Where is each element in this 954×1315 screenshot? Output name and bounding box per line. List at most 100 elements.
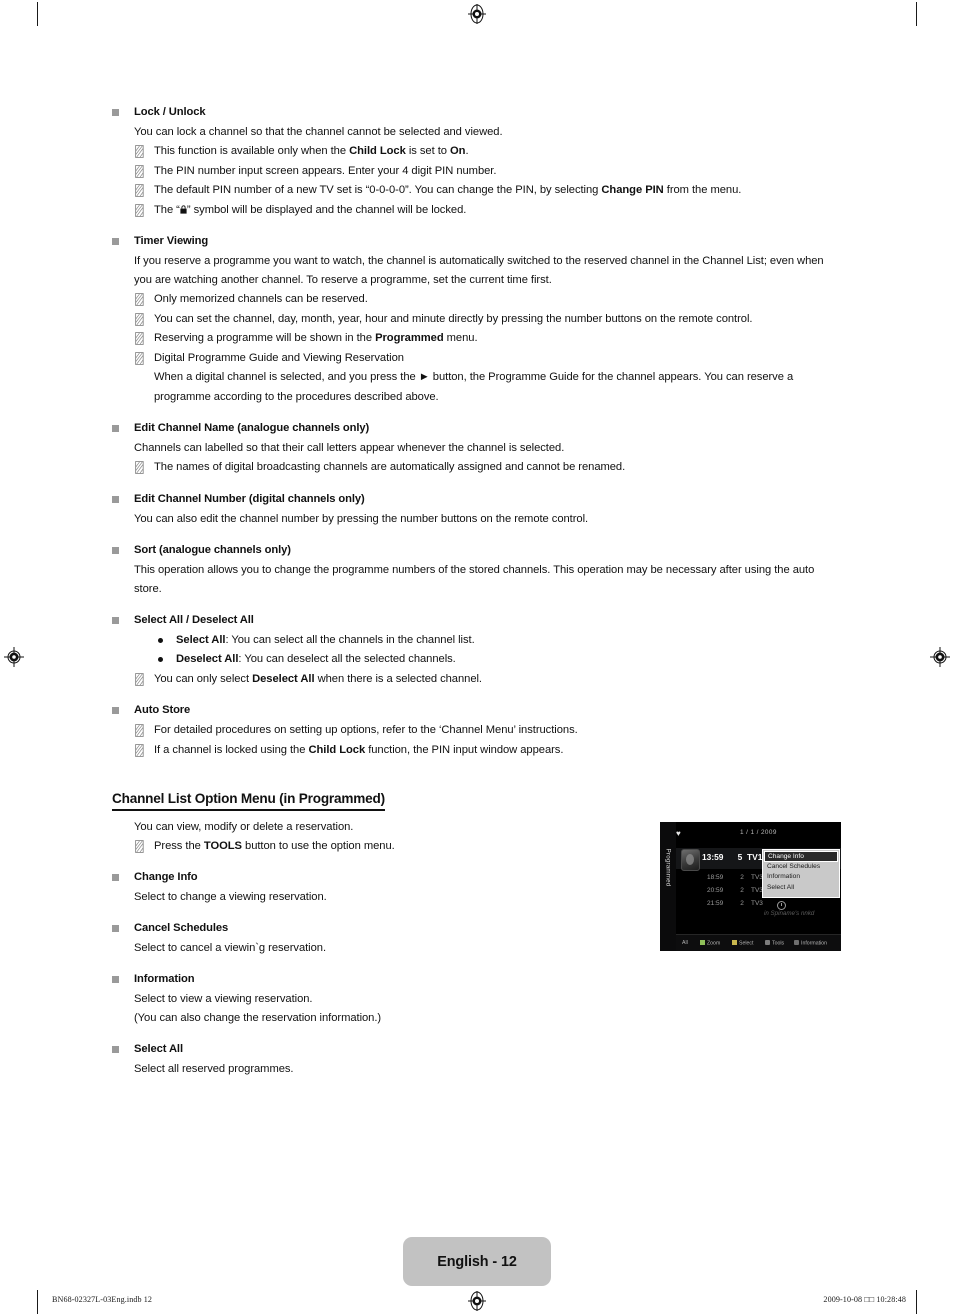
note-text: The default PIN number of a new TV set i… xyxy=(154,184,742,196)
info-key-icon xyxy=(794,940,799,945)
note-row: If a channel is locked using the Child L… xyxy=(134,741,842,761)
section-heading: Sort (analogue channels only) xyxy=(134,543,291,556)
tv-programme-title-text: in Spiname's nnkd xyxy=(764,910,815,917)
section-heading-row: Edit Channel Number (digital channels on… xyxy=(112,491,842,507)
tv-bottom-help-bar: All Zoom Select Tools Information xyxy=(676,934,841,951)
section-heading: Cancel Schedules xyxy=(134,921,229,934)
tv-side-panel: Programmed xyxy=(660,822,676,951)
note-page-icon xyxy=(135,724,144,737)
tv-row-time: 20:59 xyxy=(707,887,724,894)
square-bullet-icon xyxy=(112,975,119,983)
clock-icon xyxy=(777,901,786,910)
note-text: The names of digital broadcasting channe… xyxy=(154,461,626,473)
square-bullet-icon xyxy=(112,924,119,932)
section-body-second-line: (You can also change the reservation inf… xyxy=(134,1011,382,1024)
yellow-key-icon xyxy=(732,940,737,945)
tv-row-time: 13:59 xyxy=(702,852,724,862)
tv-help-select[interactable]: Select xyxy=(732,940,753,947)
tv-menu-item-select-all[interactable]: Select All xyxy=(763,883,839,893)
note-text: If a channel is locked using the Child L… xyxy=(154,743,564,756)
section-auto-store: Auto Store For detailed procedures on se… xyxy=(112,702,842,760)
square-bullet-icon xyxy=(112,425,119,432)
tv-help-tools[interactable]: Tools xyxy=(765,940,784,947)
page-number-label: English - 12 xyxy=(437,1253,517,1270)
section-timer-viewing: Timer Viewing If you reserve a programme… xyxy=(112,233,842,407)
note-subtext: When a digital channel is selected, and … xyxy=(154,371,794,403)
section-heading: Change Info xyxy=(134,870,198,883)
note-row: The “” symbol will be displayed and the … xyxy=(134,201,842,221)
note-page-icon xyxy=(135,672,144,686)
registration-mark-icon xyxy=(468,1291,486,1311)
registration-mark-icon xyxy=(930,647,950,667)
tv-menu-item-change-info[interactable]: Change Info xyxy=(764,851,838,863)
note-page-icon xyxy=(135,312,144,326)
bullet-text: Select All: You can select all the chann… xyxy=(176,633,475,646)
registration-mark-icon xyxy=(468,4,486,24)
section-heading-row: Select All xyxy=(112,1041,842,1057)
section-heading: Select All / Deselect All xyxy=(134,613,254,626)
note-row: Digital Programme Guide and Viewing Rese… xyxy=(134,349,842,369)
note-page-icon xyxy=(135,184,144,197)
note-page-icon xyxy=(135,332,144,345)
tv-date-label: 1 / 1 / 2009 xyxy=(740,829,777,836)
section-edit-channel-name: Edit Channel Name (analogue channels onl… xyxy=(112,420,842,478)
tv-help-information[interactable]: Information xyxy=(794,940,827,947)
note-page-icon xyxy=(135,203,144,217)
square-bullet-icon xyxy=(112,495,119,503)
note-text: Only memorized channels can be reserved. xyxy=(154,293,368,305)
tools-key-icon xyxy=(765,940,770,945)
section-heading-row: Information xyxy=(112,971,842,987)
section-body: Channels can labelled so that their call… xyxy=(134,442,565,454)
section-heading: Edit Channel Number (digital channels on… xyxy=(134,492,365,505)
tv-menu-item-cancel-schedules[interactable]: Cancel Schedules xyxy=(763,862,839,872)
section-heading-row: Timer Viewing xyxy=(112,233,842,249)
tv-row-number: 5 xyxy=(737,852,743,862)
section-lock-unlock: Lock / Unlock You can lock a channel so … xyxy=(112,104,842,220)
note-page-icon xyxy=(135,840,144,853)
section-heading-row: Edit Channel Name (analogue channels onl… xyxy=(112,420,842,436)
section-heading-row: Sort (analogue channels only) xyxy=(112,542,842,558)
tv-side-label: Programmed xyxy=(664,848,672,887)
note-text: Digital Programme Guide and Viewing Rese… xyxy=(154,351,404,364)
tv-row-channel: TV3 xyxy=(751,900,763,907)
note-row: The default PIN number of a new TV set i… xyxy=(134,181,842,201)
note-text: Press the TOOLS button to use the option… xyxy=(154,840,395,852)
note-row: The names of digital broadcasting channe… xyxy=(134,458,842,478)
note-row: You can only select Deselect All when th… xyxy=(134,670,842,690)
tv-help-zoom[interactable]: Zoom xyxy=(700,940,720,947)
square-bullet-icon xyxy=(112,873,119,881)
tv-menu-item-information[interactable]: Information xyxy=(763,872,839,882)
section-heading: Timer Viewing xyxy=(134,235,209,247)
tv-options-menu: Change Info Cancel Schedules Information… xyxy=(762,849,840,898)
bullet-text: Deselect All: You can deselect all the s… xyxy=(176,653,456,665)
section-body: Select all reserved programmes. xyxy=(134,1062,294,1075)
note-page-icon xyxy=(135,461,144,474)
tv-row-number: 2 xyxy=(740,874,744,881)
tv-help-all: All xyxy=(682,940,688,946)
section-body: You can also edit the channel number by … xyxy=(134,512,589,525)
bullet-row: Select All: You can select all the chann… xyxy=(158,631,842,651)
crop-mark-bottom-right xyxy=(916,1290,917,1314)
note-row: You can set the channel, day, month, yea… xyxy=(134,310,842,330)
note-text: For detailed procedures on setting up op… xyxy=(154,724,578,736)
tv-row-number: 2 xyxy=(740,887,744,894)
registration-mark-icon xyxy=(4,647,24,667)
note-page-icon xyxy=(135,351,144,365)
page-number-tab: English - 12 xyxy=(403,1237,551,1286)
section-information: Information Select to view a viewing res… xyxy=(112,971,842,1028)
section-select-all-deselect-all: Select All / Deselect All Select All: Yo… xyxy=(112,612,842,690)
square-bullet-icon xyxy=(112,1045,119,1053)
note-page-icon xyxy=(135,164,144,178)
crop-mark-bottom-left xyxy=(37,1290,38,1314)
round-bullet-icon xyxy=(158,637,163,643)
note-row: Reserving a programme will be shown in t… xyxy=(134,329,842,349)
section-heading: Select All xyxy=(134,1042,183,1055)
square-bullet-icon xyxy=(112,238,119,245)
page-title: Channel List Option Menu (in Programmed) xyxy=(112,791,385,811)
section-heading-row: Select All / Deselect All xyxy=(112,612,842,628)
note-row: For detailed procedures on setting up op… xyxy=(134,721,842,741)
section-body: This operation allows you to change the … xyxy=(134,563,815,595)
section-edit-channel-number: Edit Channel Number (digital channels on… xyxy=(112,491,842,529)
note-row: The PIN number input screen appears. Ent… xyxy=(134,162,842,182)
section-heading-row: Lock / Unlock xyxy=(112,104,842,120)
